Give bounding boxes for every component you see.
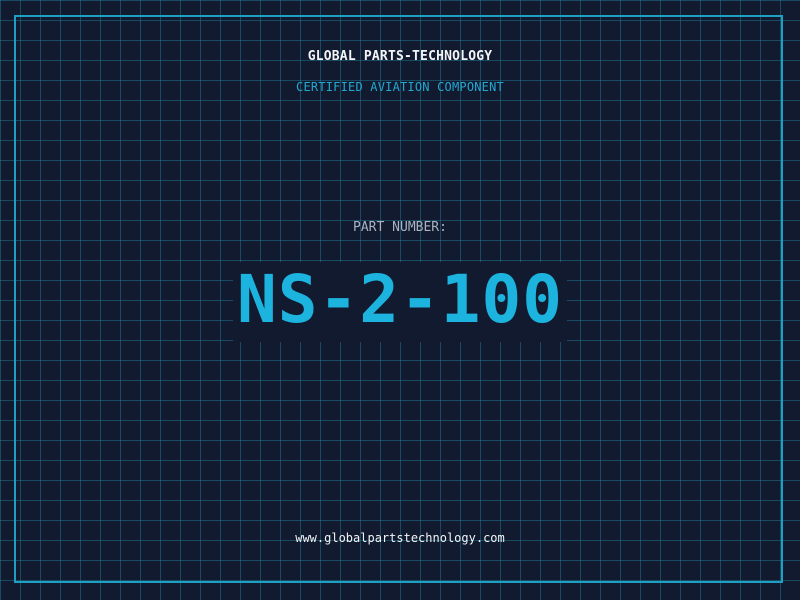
label-canvas: GLOBAL PARTS-TECHNOLOGY CERTIFIED AVIATI…: [0, 0, 800, 600]
website-url: www.globalpartstechnology.com: [295, 531, 505, 545]
company-name: GLOBAL PARTS-TECHNOLOGY: [307, 49, 493, 64]
certification-subtitle: CERTIFIED AVIATION COMPONENT: [296, 80, 504, 94]
part-number-value: NS-2-100: [233, 262, 567, 342]
part-number-container: NS-2-100: [0, 262, 800, 342]
part-number-label: PART NUMBER:: [353, 220, 447, 235]
